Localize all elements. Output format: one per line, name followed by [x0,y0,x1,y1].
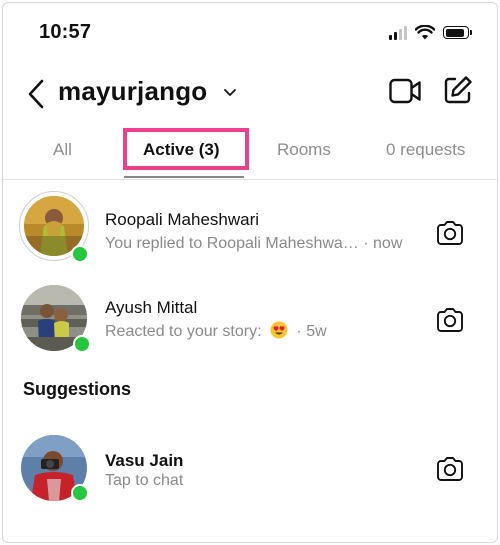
back-chevron-icon[interactable] [25,77,49,111]
thread-row[interactable]: Ayush Mittal Reacted to your story: · 5w [3,283,497,367]
online-indicator [73,335,91,353]
inbox-tabs: All Active (3) Rooms 0 requests [3,128,497,180]
status-icons [389,25,472,40]
thread-name: Ayush Mittal [105,298,198,317]
camera-icon[interactable] [435,307,465,333]
active-tab-indicator [124,176,244,178]
thread-preview: You replied to Roopali Maheshwa… · now [105,235,402,253]
cellular-signal-icon [389,25,407,40]
suggestions-heading: Suggestions [23,379,132,399]
dm-inbox-screen: 10:57 mayurjango All Active (3) Rooms 0 … [2,2,498,543]
thread-time: · 5w [296,323,327,340]
status-bar: 10:57 [3,3,497,63]
wifi-icon [415,25,435,40]
inbox-header: mayurjango [3,71,497,115]
suggestion-name: Vasu Jain [105,451,184,470]
camera-icon[interactable] [435,220,465,246]
tab-rooms[interactable]: Rooms [277,140,331,160]
thread-name: Roopali Maheshwari [105,210,260,229]
thread-time: · now [363,235,403,252]
account-username[interactable]: mayurjango [58,76,207,107]
avatar[interactable] [19,433,89,503]
tab-all[interactable]: All [53,140,72,160]
preview-text: Reacted to your story: [105,323,262,340]
chevron-down-icon[interactable] [223,87,237,99]
compose-icon[interactable] [443,75,473,105]
avatar[interactable] [19,283,91,353]
tabs-divider [3,179,497,180]
online-indicator [71,484,89,502]
tab-requests[interactable]: 0 requests [386,140,465,160]
thread-row[interactable]: Roopali Maheshwari You replied to Roopal… [3,191,497,275]
online-indicator [71,245,89,263]
battery-icon [443,26,472,39]
camera-icon[interactable] [435,456,465,482]
thread-preview: Reacted to your story: · 5w [105,321,327,341]
heart-eyes-emoji-icon [270,321,288,339]
suggestion-preview: Tap to chat [105,472,184,489]
video-call-icon[interactable] [389,77,421,105]
status-time: 10:57 [39,21,92,43]
avatar[interactable] [19,191,89,263]
suggestion-row[interactable]: Vasu Jain Tap to chat [3,433,497,517]
tab-active[interactable]: Active (3) [143,140,220,160]
preview-text: You replied to Roopali Maheshwa… [105,235,359,252]
